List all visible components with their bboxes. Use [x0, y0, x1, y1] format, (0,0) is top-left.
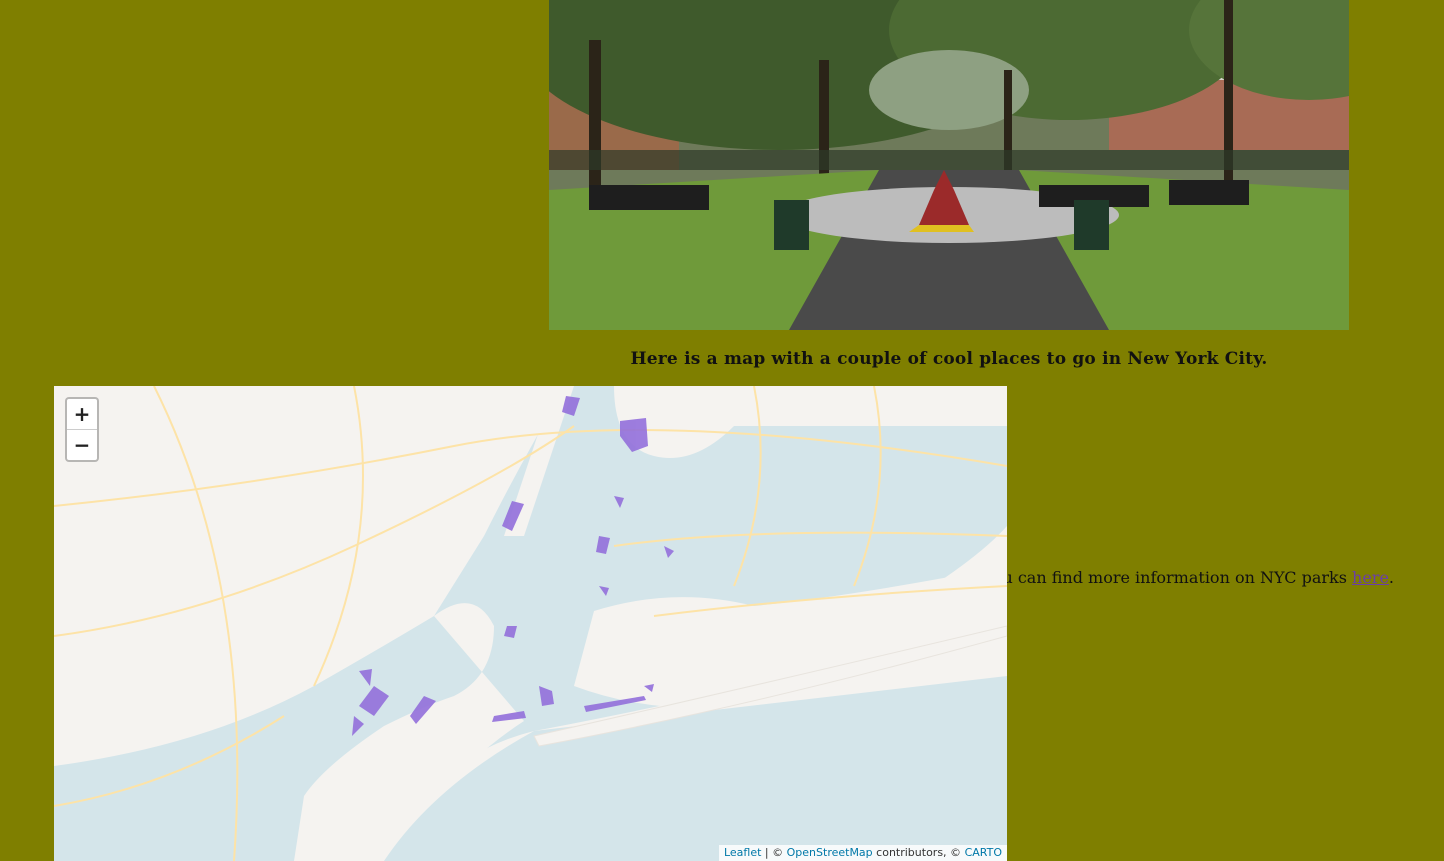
- carto-link[interactable]: CARTO: [965, 846, 1002, 859]
- osm-link[interactable]: OpenStreetMap: [787, 846, 873, 859]
- parks-map[interactable]: + − Leaflet | © OpenStreetMap contributo…: [54, 386, 1007, 861]
- attribution-sep: | ©: [761, 846, 787, 859]
- zoom-out-button[interactable]: −: [67, 429, 97, 460]
- parks-info-suffix: .: [1388, 568, 1394, 587]
- map-attribution: Leaflet | © OpenStreetMap contributors, …: [718, 845, 1007, 861]
- leaflet-link[interactable]: Leaflet: [724, 846, 761, 859]
- parks-info-link[interactable]: here: [1352, 568, 1389, 587]
- zoom-in-button[interactable]: +: [67, 399, 97, 429]
- park-photo: [549, 0, 1349, 330]
- map-tiles[interactable]: [54, 386, 1007, 861]
- parks-info-prefix: u can find more information on NYC parks: [1002, 568, 1353, 587]
- map-caption: Here is a map with a couple of cool plac…: [630, 349, 1268, 369]
- zoom-control: + −: [65, 397, 99, 462]
- attribution-mid: contributors, ©: [872, 846, 965, 859]
